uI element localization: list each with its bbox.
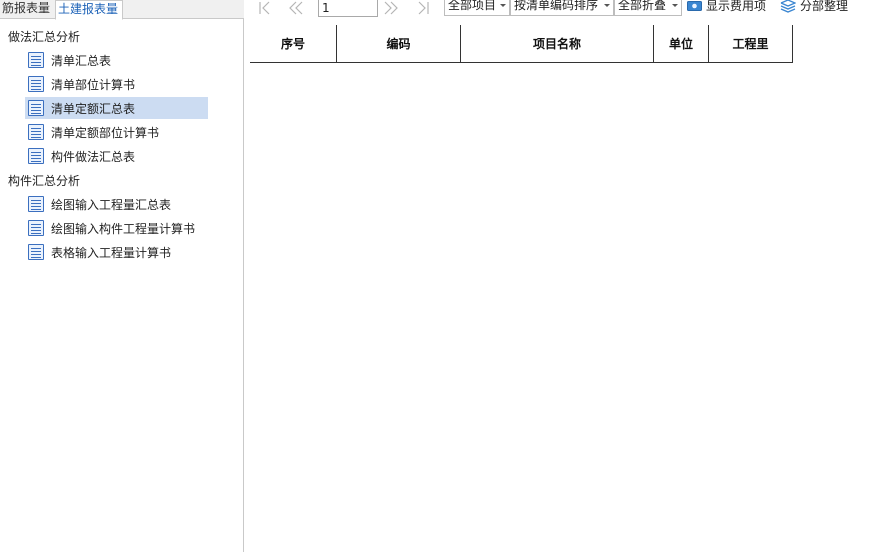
report-doc-icon <box>28 220 44 236</box>
tree-item-label: 清单汇总表 <box>51 53 112 68</box>
tree-item-label: 清单部位计算书 <box>51 77 136 92</box>
sort-mode-select[interactable]: 按清单编码排序 <box>510 0 614 16</box>
fold-mode-value: 全部折叠 <box>618 0 667 12</box>
tab-civil-report[interactable]: 土建报表量 <box>55 0 123 20</box>
project-filter-value: 全部项目 <box>448 0 497 12</box>
report-doc-icon <box>28 196 44 212</box>
layers-icon <box>780 0 796 13</box>
tree-item-label: 清单定额部位计算书 <box>51 125 160 140</box>
tree-item-bill-summary[interactable]: 清单汇总表 <box>25 49 208 71</box>
column-header-quantity[interactable]: 工程里 <box>709 25 793 62</box>
tab-rebar-report[interactable]: 筋报表量 <box>0 0 53 19</box>
tree-item-drawing-quantity-summary[interactable]: 绘图输入工程量汇总表 <box>25 193 208 215</box>
report-doc-icon <box>28 148 44 164</box>
report-doc-icon <box>28 244 44 260</box>
quantity-table-header: 序号 编码 项目名称 单位 工程里 <box>250 25 793 63</box>
project-filter-select[interactable]: 全部项目 <box>444 0 510 16</box>
report-doc-icon <box>28 52 44 68</box>
chevron-down-icon <box>604 4 610 7</box>
column-header-item-name[interactable]: 项目名称 <box>461 25 654 62</box>
tree-item-label: 绘图输入构件工程量计算书 <box>51 221 196 236</box>
money-icon <box>687 0 702 11</box>
column-header-index[interactable]: 序号 <box>250 25 337 62</box>
report-doc-icon <box>28 100 44 116</box>
tree-item-component-method-summary[interactable]: 构件做法汇总表 <box>25 145 208 167</box>
chevron-down-icon <box>500 4 506 7</box>
column-header-unit[interactable]: 单位 <box>654 25 709 62</box>
first-page-icon[interactable] <box>258 0 272 16</box>
chevron-down-icon <box>672 4 678 7</box>
organize-sections-label: 分部整理 <box>800 0 849 13</box>
tree-item-label: 绘图输入工程量汇总表 <box>51 197 172 212</box>
tree-item-bill-quota-location-calc[interactable]: 清单定额部位计算书 <box>25 121 208 143</box>
tree-item-table-quantity-calc[interactable]: 表格输入工程量计算书 <box>25 241 208 263</box>
page-number-input[interactable] <box>318 0 378 17</box>
report-doc-icon <box>28 76 44 92</box>
tree-item-label: 清单定额汇总表 <box>51 101 136 116</box>
organize-sections-button[interactable]: 分部整理 <box>780 0 848 14</box>
tree-item-drawing-component-calc[interactable]: 绘图输入构件工程量计算书 <box>25 217 208 239</box>
tree-group-method-summary[interactable]: 做法汇总分析 <box>8 29 80 45</box>
show-cost-items-button[interactable]: 显示费用项 <box>687 0 766 14</box>
column-header-code[interactable]: 编码 <box>337 25 461 62</box>
report-doc-icon <box>28 124 44 140</box>
fold-mode-select[interactable]: 全部折叠 <box>614 0 682 16</box>
report-tree-panel: 筋报表量 土建报表量 做法汇总分析 清单汇总表 清单部位计算书 清单定额汇总表 … <box>0 0 244 552</box>
tree-item-label: 构件做法汇总表 <box>51 149 136 164</box>
tree-item-label: 表格输入工程量计算书 <box>51 245 172 260</box>
tree-item-bill-quota-summary[interactable]: 清单定额汇总表 <box>25 97 208 119</box>
tree-item-bill-location-calc[interactable]: 清单部位计算书 <box>25 73 208 95</box>
next-page-icon[interactable] <box>383 0 399 16</box>
previous-page-icon[interactable] <box>288 0 304 16</box>
tree-group-component-summary[interactable]: 构件汇总分析 <box>8 173 80 189</box>
sort-mode-value: 按清单编码排序 <box>514 0 599 12</box>
report-toolbar: 全部项目 按清单编码排序 全部折叠 显示费用项 分部整理 <box>248 0 893 18</box>
last-page-icon[interactable] <box>416 0 430 16</box>
report-tab-strip: 筋报表量 土建报表量 <box>0 0 244 20</box>
show-cost-items-label: 显示费用项 <box>706 0 767 13</box>
